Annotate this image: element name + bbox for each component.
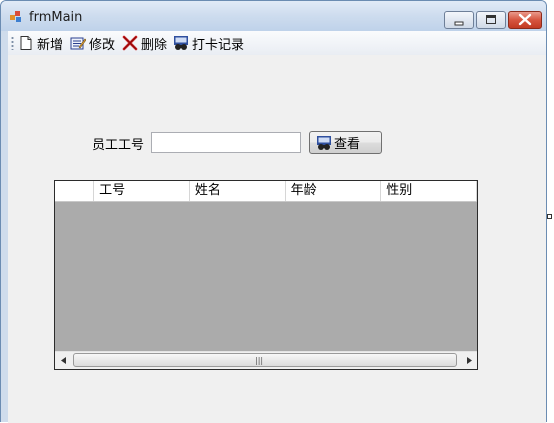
scroll-right-arrow[interactable]	[460, 352, 477, 369]
minimize-button[interactable]	[444, 11, 474, 29]
scrollbar-grip-icon: |||	[255, 356, 264, 365]
maximize-button[interactable]	[476, 11, 506, 29]
edit-button[interactable]: 修改	[70, 33, 115, 53]
binoculars-icon	[174, 36, 188, 50]
app-icon	[10, 11, 21, 22]
form-client-area: 员工工号 查看 工号 姓名 年龄 性别 |||	[8, 55, 546, 423]
new-button[interactable]: 新增	[18, 33, 63, 53]
horizontal-scrollbar[interactable]: |||	[55, 351, 477, 369]
window-title: frmMain	[29, 10, 83, 25]
toolbar: 新增 修改 删除 打卡记录	[8, 31, 546, 55]
new-document-icon	[20, 36, 32, 50]
column-header-age[interactable]: 年龄	[286, 181, 382, 201]
employee-id-label: 员工工号	[92, 138, 145, 153]
new-button-label: 新增	[37, 37, 64, 53]
close-icon	[518, 13, 532, 26]
edit-icon	[70, 37, 86, 50]
view-button[interactable]: 查看	[309, 131, 382, 154]
main-window: frmMain 新增 修改 删除 打卡记录 员工工号 查看 工号 姓名 年龄 性…	[0, 0, 547, 423]
employee-id-input[interactable]	[151, 132, 301, 153]
close-button[interactable]	[508, 11, 542, 29]
chevron-left-icon	[60, 357, 66, 364]
maximize-icon	[486, 15, 496, 24]
column-header-employee-id[interactable]: 工号	[94, 181, 190, 201]
edit-button-label: 修改	[89, 37, 116, 53]
scrollbar-thumb[interactable]: |||	[73, 353, 457, 367]
attendance-record-button[interactable]: 打卡记录	[173, 33, 244, 53]
delete-x-icon	[122, 35, 138, 51]
attendance-record-label: 打卡记录	[192, 37, 245, 53]
column-header-gender[interactable]: 性别	[381, 181, 477, 201]
chevron-right-icon	[466, 357, 472, 364]
delete-button[interactable]: 删除	[122, 33, 167, 53]
toolbar-grip[interactable]	[11, 36, 14, 50]
view-button-label: 查看	[334, 137, 361, 152]
minimize-icon	[454, 21, 464, 26]
scroll-left-arrow[interactable]	[55, 352, 72, 369]
resize-handle[interactable]	[547, 214, 552, 219]
column-header-name[interactable]: 姓名	[190, 181, 286, 201]
delete-button-label: 删除	[141, 37, 168, 53]
employee-data-grid[interactable]: 工号 姓名 年龄 性别 |||	[54, 180, 478, 370]
binoculars-icon	[317, 135, 331, 150]
grid-corner-header[interactable]	[55, 181, 95, 201]
grid-header: 工号 姓名 年龄 性别	[55, 181, 477, 202]
title-bar[interactable]: frmMain	[1, 1, 546, 31]
